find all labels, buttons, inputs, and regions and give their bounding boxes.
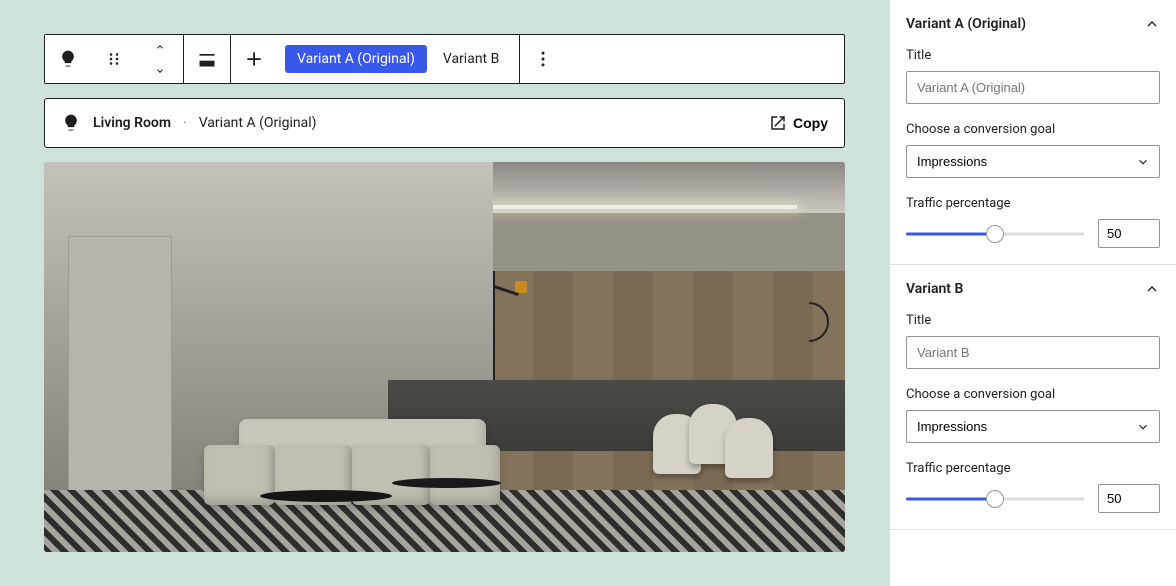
breadcrumb-separator: · — [183, 115, 187, 131]
chevron-up-icon — [1144, 281, 1160, 297]
breadcrumb-bar: Living Room · Variant A (Original) Copy — [44, 98, 845, 148]
variant-b-panel: Variant B Title Choose a conversion goal… — [890, 265, 1176, 530]
chevron-up-icon — [153, 42, 167, 52]
variant-a-title-input[interactable] — [906, 71, 1160, 104]
goal-label: Choose a conversion goal — [906, 387, 1160, 402]
align-button[interactable] — [184, 35, 230, 83]
variant-b-traffic-slider[interactable] — [906, 489, 1084, 509]
traffic-label: Traffic percentage — [906, 196, 1160, 211]
breadcrumb-variant: Variant A (Original) — [199, 115, 317, 131]
block-toolbar: Variant A (Original) Variant B — [44, 34, 845, 84]
variant-a-panel-header[interactable]: Variant A (Original) — [906, 16, 1160, 32]
plus-icon — [244, 49, 264, 69]
variant-b-traffic-input[interactable] — [1098, 484, 1160, 513]
breadcrumb-name: Living Room — [93, 115, 171, 131]
variant-preview-image — [44, 162, 845, 552]
variant-b-goal-select[interactable]: Impressions — [906, 410, 1160, 443]
kebab-icon — [533, 49, 553, 69]
variant-b-title-input[interactable] — [906, 336, 1160, 369]
title-label: Title — [906, 48, 1160, 63]
variant-b-header-label: Variant B — [906, 281, 963, 297]
editor-canvas: Variant A (Original) Variant B Living Ro… — [0, 0, 889, 586]
drag-icon — [105, 50, 123, 68]
variant-a-traffic-input[interactable] — [1098, 219, 1160, 248]
copy-label: Copy — [793, 115, 828, 131]
title-label: Title — [906, 313, 1160, 328]
move-up-button[interactable] — [137, 35, 183, 59]
variant-a-traffic-slider[interactable] — [906, 224, 1084, 244]
variant-a-header-label: Variant A (Original) — [906, 16, 1026, 32]
variant-b-tab[interactable]: Variant B — [431, 45, 512, 73]
more-options-button[interactable] — [520, 35, 566, 83]
lightbulb-icon — [61, 113, 81, 133]
variant-b-panel-header[interactable]: Variant B — [906, 281, 1160, 297]
copy-button[interactable]: Copy — [769, 114, 828, 132]
export-icon — [769, 114, 787, 132]
chevron-up-icon — [1144, 16, 1160, 32]
lightbulb-icon — [58, 49, 78, 69]
align-icon — [197, 49, 217, 69]
variant-a-tab[interactable]: Variant A (Original) — [285, 45, 427, 73]
chevron-down-icon — [153, 66, 167, 76]
settings-sidebar: Variant A (Original) Title Choose a conv… — [889, 0, 1176, 586]
move-down-button[interactable] — [137, 59, 183, 83]
variant-a-goal-select[interactable]: Impressions — [906, 145, 1160, 178]
block-type-button[interactable] — [45, 35, 91, 83]
goal-label: Choose a conversion goal — [906, 122, 1160, 137]
drag-handle-button[interactable] — [91, 35, 137, 83]
variant-a-panel: Variant A (Original) Title Choose a conv… — [890, 0, 1176, 265]
traffic-label: Traffic percentage — [906, 461, 1160, 476]
add-block-button[interactable] — [231, 35, 277, 83]
